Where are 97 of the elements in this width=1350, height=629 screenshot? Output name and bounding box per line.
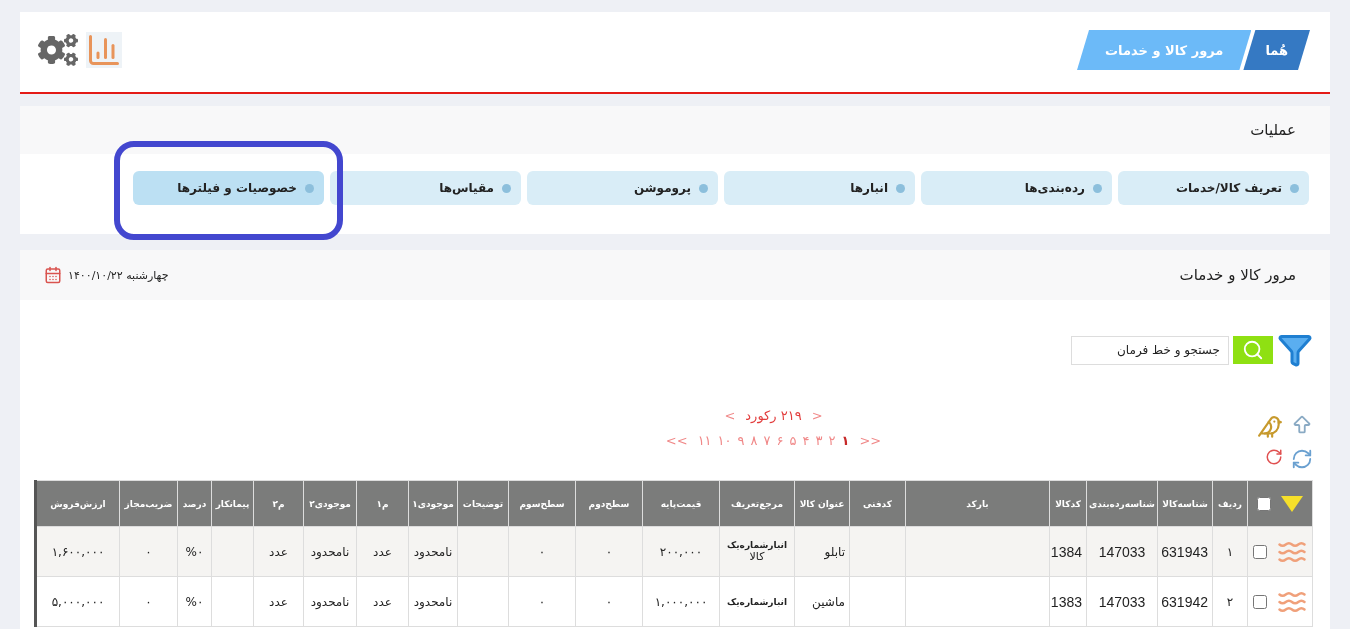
dot-icon (699, 183, 708, 193)
column-header[interactable]: پیمانکار (211, 480, 254, 527)
calendar-icon[interactable] (44, 266, 62, 284)
table-cell: 1384 (1049, 526, 1087, 577)
operation-button[interactable]: تعریف کالا/خدمات (1118, 171, 1309, 205)
breadcrumb-item[interactable]: هُما (1243, 30, 1310, 70)
bird-icon[interactable] (1257, 414, 1283, 440)
column-header[interactable]: مرجع‌تعریف (719, 480, 795, 527)
table-cell: ۰ (575, 576, 643, 627)
reference-title: انبارشماره‌یک (725, 540, 789, 550)
table-cell: 631942 (1157, 576, 1213, 627)
column-header[interactable]: م۱ (356, 480, 409, 527)
column-header[interactable]: کدفنی (849, 480, 906, 527)
table-cell: ۱,۰۰۰,۰۰۰ (642, 576, 720, 627)
record-count: ۲۱۹ رکورد (745, 408, 802, 423)
table-cell: ۰ (119, 576, 178, 627)
table-cell: ۰ (508, 526, 576, 577)
table-cell: ۱ (1212, 526, 1248, 577)
dot-icon (502, 183, 511, 193)
page-link[interactable]: ۱۱ (697, 433, 712, 448)
table-cell: %۰ (177, 576, 212, 627)
table-cell: 147033 (1086, 576, 1158, 627)
column-header[interactable]: کدکالا (1049, 480, 1087, 527)
column-header[interactable]: بارکد (905, 480, 1050, 527)
operation-button[interactable]: انبارها (724, 171, 915, 205)
column-header[interactable]: ردیف (1212, 480, 1248, 527)
column-header[interactable]: شناسه‌رده‌بندی (1086, 480, 1158, 527)
chart-icon[interactable] (86, 32, 122, 68)
column-header[interactable]: ارزش‌فروش (35, 480, 120, 527)
table-cell: نامحدود (408, 576, 458, 627)
section-title: مرور کالا و خدمات (1179, 266, 1296, 284)
page-link[interactable]: ۵ (789, 433, 797, 448)
table-cell: 147033 (1086, 526, 1158, 577)
table-cell: ۰ (508, 576, 576, 627)
next-link[interactable]: > (811, 408, 823, 423)
column-header[interactable]: سطح‌دوم (575, 480, 643, 527)
section-title: عملیات (1250, 121, 1296, 139)
table-cell: ۲ (1212, 576, 1248, 627)
funnel-icon[interactable] (1277, 332, 1313, 368)
page-link[interactable]: ۲ (828, 433, 836, 448)
table-cell: عدد (356, 526, 409, 577)
column-header[interactable]: عنوان کالا (794, 480, 850, 527)
table-cell: ۰ (575, 526, 643, 577)
table-cell: 1383 (1049, 576, 1087, 627)
upload-icon[interactable] (1291, 414, 1313, 436)
table-cell: نامحدود (303, 526, 357, 577)
table-cell: نامحدود (303, 576, 357, 627)
column-header[interactable]: شناسه‌کالا (1157, 480, 1213, 527)
table-cell: 631943 (1157, 526, 1213, 577)
table-cell: ۰ (119, 526, 178, 577)
refresh-icon[interactable] (1291, 448, 1313, 470)
dot-icon (1093, 183, 1102, 193)
table-cell: ماشین (794, 576, 850, 627)
column-header[interactable]: قیمت‌پایه (642, 480, 720, 527)
column-header[interactable]: ضریب‌مجاز (119, 480, 178, 527)
first-page-link[interactable]: << (665, 433, 688, 448)
page-link[interactable]: ۳ (815, 433, 823, 448)
page-link[interactable]: ۶ (776, 433, 784, 448)
page-link[interactable]: ۴ (802, 433, 810, 448)
page-link[interactable]: ۹ (737, 433, 745, 448)
dot-icon (896, 183, 905, 193)
page-link[interactable]: ۱ (841, 433, 850, 448)
operation-button[interactable]: خصوصیات و فیلترها (133, 171, 324, 205)
date-text: چهارشنبه ۱۴۰۰/۱۰/۲۲ (68, 268, 169, 282)
row-checkbox[interactable] (1253, 594, 1267, 609)
page-link[interactable]: ۷ (763, 433, 771, 448)
table-cell: %۰ (177, 526, 212, 577)
breadcrumb-item[interactable]: مرور کالا و خدمات (1077, 30, 1252, 70)
page-link[interactable]: ۱۰ (717, 433, 732, 448)
table-cell: ۲۰۰,۰۰۰ (642, 526, 720, 577)
select-all-checkbox[interactable] (1257, 496, 1271, 511)
dot-icon (305, 183, 314, 193)
operation-button[interactable]: مقیاس‌ها (330, 171, 521, 205)
table-cell: نامحدود (408, 526, 458, 577)
table-cell: عدد (356, 576, 409, 627)
dot-icon (1290, 183, 1299, 193)
column-header[interactable]: موجودی۱ (408, 480, 458, 527)
search-icon (1242, 339, 1264, 361)
table-cell: عدد (253, 526, 304, 577)
filter-triangle-icon[interactable] (1281, 495, 1303, 512)
row-checkbox[interactable] (1253, 544, 1267, 559)
column-header[interactable]: م۲ (253, 480, 304, 527)
operation-button[interactable]: پروموشن (527, 171, 718, 205)
previous-link[interactable]: < (724, 408, 736, 423)
column-header[interactable]: توضیحات (457, 480, 509, 527)
reference-title: انبارشماره‌یک (725, 596, 789, 607)
table-cell: عدد (253, 576, 304, 627)
page-link[interactable]: ۸ (750, 433, 758, 448)
column-header[interactable]: درصد (177, 480, 212, 527)
column-header[interactable]: موجودی۲ (303, 480, 357, 527)
search-field[interactable]: جستجو و خط فرمان (1071, 335, 1229, 365)
operation-button[interactable]: رده‌بندی‌ها (921, 171, 1112, 205)
reference-kind: کالا (749, 550, 765, 563)
table-cell: تابلو (794, 526, 850, 577)
reload-icon[interactable] (1265, 448, 1283, 466)
column-header[interactable]: سطح‌سوم (508, 480, 576, 527)
last-page-link[interactable]: >> (859, 433, 882, 448)
